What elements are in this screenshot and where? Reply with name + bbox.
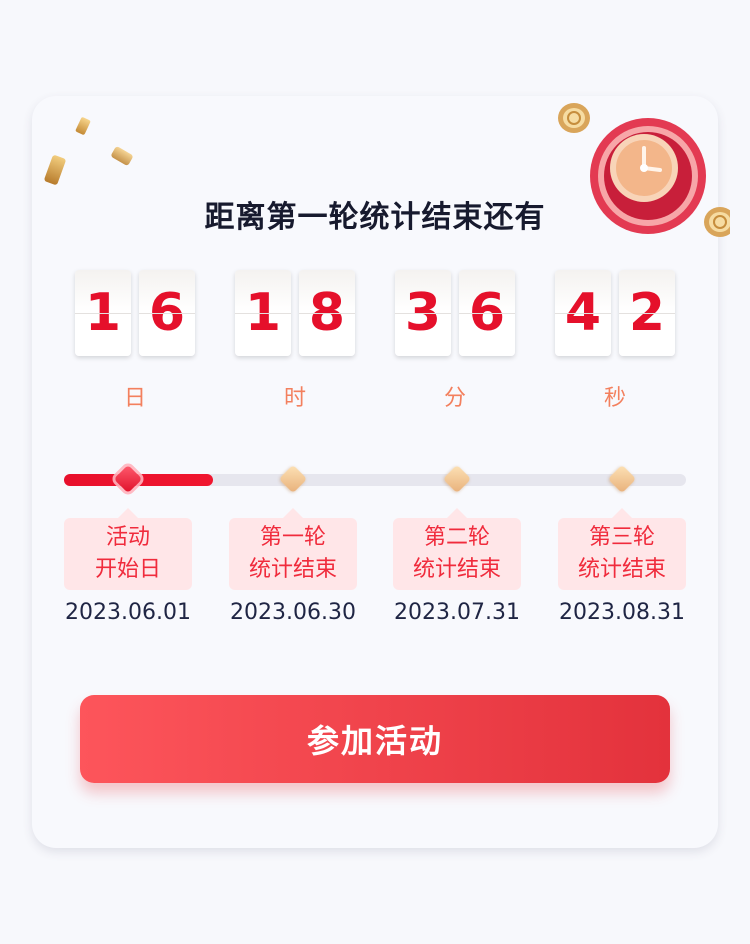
unit-days: 日	[123, 386, 146, 411]
milestone-label-round2: 第二轮 统计结束	[393, 508, 521, 590]
milestone-label-line1: 活动	[105, 525, 150, 550]
milestone-label-line2: 统计结束	[577, 557, 666, 582]
progress-track	[64, 474, 686, 486]
hours-tens-digit: 1	[235, 270, 291, 356]
countdown-title: 距离第一轮统计结束还有	[204, 200, 546, 235]
milestone-label-line1: 第二轮	[423, 525, 490, 550]
gold-coin-icon	[558, 103, 590, 133]
milestone-label-start: 活动 开始日	[64, 508, 192, 590]
milestone-label-line2: 统计结束	[248, 557, 337, 582]
milestone-date-start: 2023.06.01	[65, 600, 191, 625]
milestone-label-line2: 统计结束	[412, 557, 501, 582]
hours-ones-digit: 8	[299, 270, 355, 356]
unit-seconds: 秒	[603, 386, 626, 411]
join-activity-button[interactable]: 参加活动	[80, 695, 670, 783]
days-tens-digit: 1	[75, 270, 131, 356]
seconds-ones-digit: 2	[619, 270, 675, 356]
unit-minutes: 分	[443, 386, 466, 411]
unit-hours: 时	[283, 386, 306, 411]
milestone-label-round3: 第三轮 统计结束	[558, 508, 686, 590]
days-ones-digit: 6	[139, 270, 195, 356]
seconds-tens-digit: 4	[555, 270, 611, 356]
minutes-ones-digit: 6	[459, 270, 515, 356]
milestone-date-round3: 2023.08.31	[559, 600, 685, 625]
milestone-date-round1: 2023.06.30	[230, 600, 356, 625]
milestone-label-round1: 第一轮 统计结束	[229, 508, 357, 590]
milestone-label-line1: 第一轮	[259, 525, 326, 550]
milestone-date-round2: 2023.07.31	[394, 600, 520, 625]
milestone-label-line2: 开始日	[94, 557, 161, 582]
minutes-tens-digit: 3	[395, 270, 451, 356]
milestone-label-line1: 第三轮	[588, 525, 655, 550]
